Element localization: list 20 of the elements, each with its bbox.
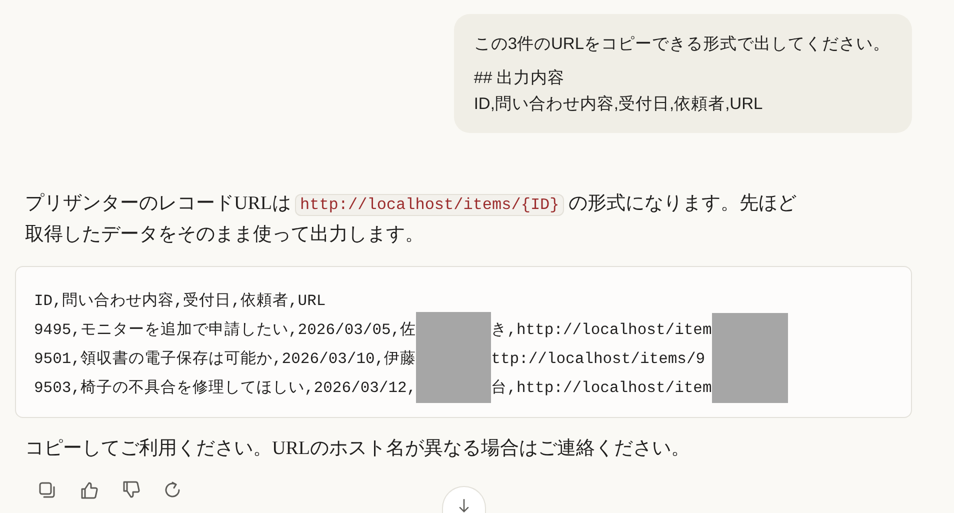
message-line: ID,問い合わせ内容,受付日,依頼者,URL xyxy=(474,94,764,115)
message-line: この3件のURLをコピーできる形式で出してください。 xyxy=(474,34,890,55)
code-line: ttp://localhost/items/9 xyxy=(491,349,706,370)
scroll-down-button[interactable] xyxy=(442,486,486,513)
response-paragraph: プリザンターのレコードURLは http://localhost/items/{ID} の形式になります。先ほど取得したデータをそのまま使って出力します。 xyxy=(24,192,798,247)
code-line: ID,問い合わせ内容,受付日,依頼者,URL xyxy=(34,291,327,312)
message-line: ## 出力内容 xyxy=(474,68,566,89)
copy-button[interactable] xyxy=(37,480,57,500)
thumbs-up-icon xyxy=(79,480,99,500)
response-paragraph: コピーしてご利用ください。URLのホスト名が異なる場合はご連絡ください。 xyxy=(24,437,691,461)
thumbs-down-button[interactable] xyxy=(121,480,141,500)
code-line: 9503,椅子の不具合を修理してほしい,2026/03/12, xyxy=(34,378,416,399)
code-line: 9495,モニターを追加で申請したい,2026/03/05,佐 xyxy=(34,320,416,341)
code-line: 台,http://localhost/item xyxy=(491,378,712,399)
thumbs-up-button[interactable] xyxy=(79,480,99,500)
code-line: 9501,領収書の電子保存は可能か,2026/03/10,伊藤 xyxy=(34,349,416,370)
copy-icon xyxy=(37,480,57,500)
inline-code: http://localhost/items/{ID} xyxy=(295,194,564,216)
code-line: き,http://localhost/item xyxy=(491,320,712,341)
thumbs-down-icon xyxy=(121,480,141,500)
